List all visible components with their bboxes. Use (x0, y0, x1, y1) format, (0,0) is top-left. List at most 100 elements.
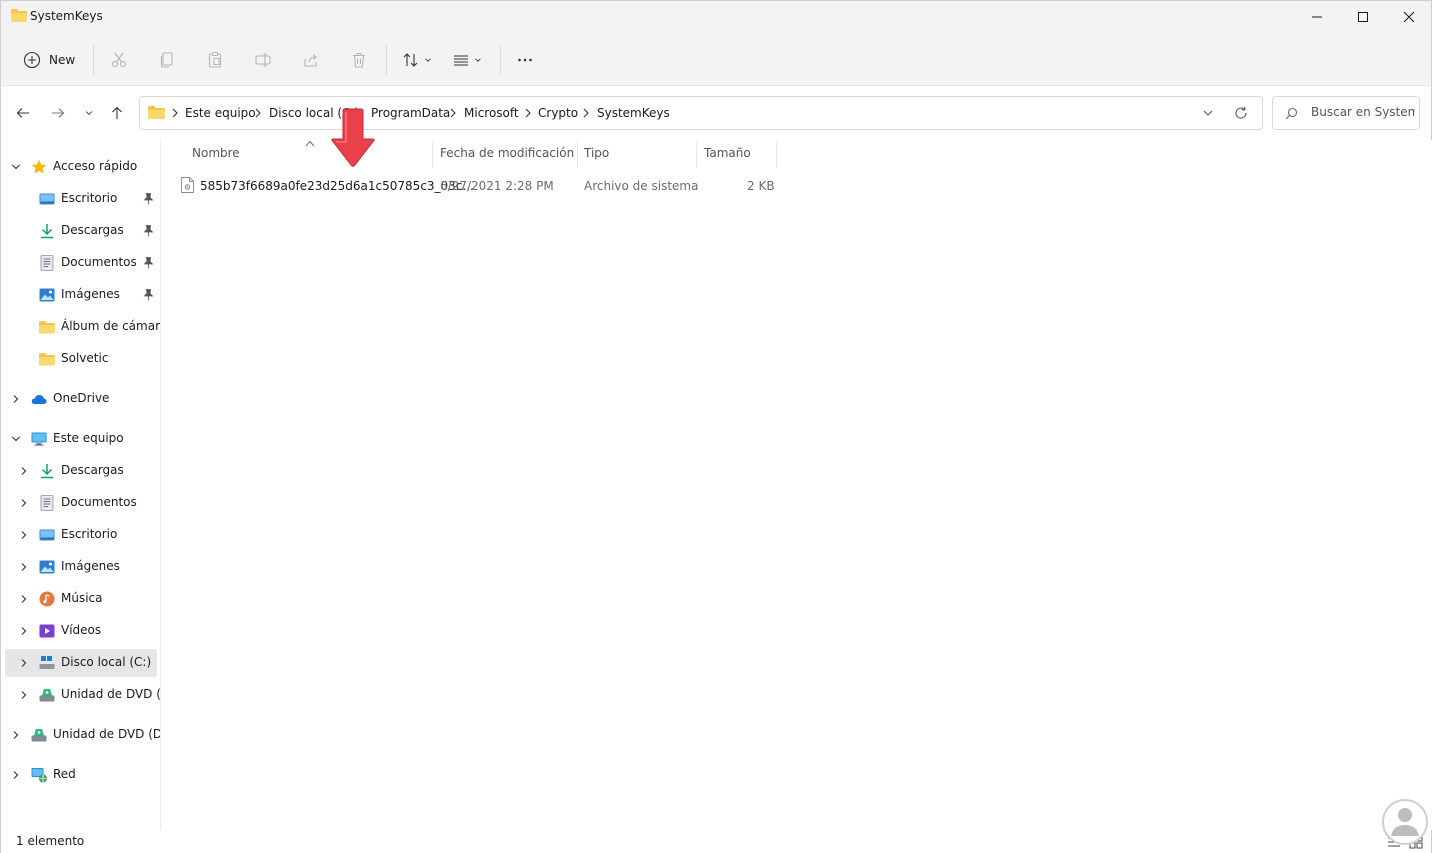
column-header-modified[interactable]: Fecha de modificación (440, 146, 574, 168)
sort-button[interactable] (397, 45, 437, 75)
column-header-name[interactable]: Nombre (192, 146, 240, 168)
sidebar-item-album-de-camara[interactable]: Álbum de cámara (5, 313, 160, 341)
list-view-icon (454, 55, 468, 66)
arrow-up-icon (112, 106, 122, 119)
pin-icon[interactable] (143, 289, 154, 301)
forward-button[interactable] (46, 101, 70, 125)
sidebar-item-pc-escritorio[interactable]: Escritorio (5, 521, 157, 549)
chevron-down-icon[interactable] (11, 434, 21, 444)
documents-icon (40, 495, 54, 511)
chevron-right-icon[interactable] (19, 466, 29, 476)
sidebar-item-dvd[interactable]: Unidad de DVD (D:) (5, 721, 160, 749)
chevron-right-icon[interactable] (11, 770, 21, 780)
file-size: 2 KB (747, 179, 775, 193)
separator (500, 45, 501, 75)
back-button[interactable] (11, 101, 35, 125)
pin-icon[interactable] (143, 257, 154, 269)
close-button[interactable] (1386, 1, 1432, 33)
more-options-button[interactable] (511, 45, 539, 75)
sidebar-item-este-equipo[interactable]: Este equipo (5, 425, 157, 453)
navigation-pane: Acceso rápido Escritorio Descargas Docum… (1, 140, 161, 830)
recent-locations-button[interactable] (77, 101, 101, 125)
maximize-icon (1358, 12, 1368, 22)
chevron-right-icon (525, 108, 531, 118)
desktop-icon (39, 193, 55, 205)
sidebar-item-pc-dvd[interactable]: Unidad de DVD (D: (5, 681, 160, 709)
pin-icon[interactable] (143, 193, 154, 205)
address-bar[interactable]: Este equipo Disco local (C:) ProgramData… (139, 96, 1263, 130)
maximize-button[interactable] (1340, 1, 1386, 33)
search-box[interactable] (1272, 96, 1420, 130)
title-bar[interactable]: SystemKeys (1, 1, 1431, 33)
sidebar-item-descargas[interactable]: Descargas (5, 217, 157, 245)
column-divider[interactable] (776, 142, 777, 168)
breadcrumb-microsoft[interactable]: Microsoft (464, 106, 519, 120)
status-bar: 1 elemento (1, 830, 1431, 853)
breadcrumb-crypto[interactable]: Crypto (538, 106, 578, 120)
chevron-down-icon[interactable] (11, 162, 21, 172)
sidebar-item-label: Descargas (61, 223, 124, 237)
dvd-icon (39, 689, 55, 702)
sidebar-item-pc-documentos[interactable]: Documentos (5, 489, 157, 517)
separator (386, 45, 387, 75)
refresh-icon[interactable] (1234, 106, 1248, 120)
paste-button[interactable] (201, 45, 229, 75)
chevron-right-icon[interactable] (19, 562, 29, 572)
breadcrumb-este-equipo[interactable]: Este equipo (185, 106, 256, 120)
sidebar-item-acceso-rapido[interactable]: Acceso rápido (5, 153, 157, 181)
sidebar-item-imagenes[interactable]: Imágenes (5, 281, 157, 309)
column-header-type[interactable]: Tipo (584, 146, 609, 168)
arrow-right-icon (52, 108, 65, 118)
column-divider[interactable] (432, 142, 433, 168)
videos-icon (39, 624, 55, 638)
minimize-button[interactable] (1294, 1, 1340, 33)
share-button[interactable] (297, 45, 325, 75)
chevron-right-icon (583, 108, 589, 118)
item-count: 1 elemento (16, 834, 85, 848)
chevron-right-icon[interactable] (19, 530, 29, 540)
breadcrumb-programdata[interactable]: ProgramData (371, 106, 450, 120)
chevron-right-icon[interactable] (19, 658, 29, 668)
chevron-right-icon[interactable] (19, 498, 29, 508)
rename-button[interactable] (249, 45, 277, 75)
chevron-down-icon (425, 58, 431, 62)
chevron-right-icon (172, 108, 178, 118)
sidebar-item-label: Disco local (C:) (61, 655, 152, 669)
breadcrumb-systemkeys[interactable]: SystemKeys (597, 106, 670, 120)
share-icon (304, 54, 317, 67)
search-input[interactable] (1311, 105, 1415, 119)
minimize-icon (1312, 16, 1322, 18)
sidebar-item-onedrive[interactable]: OneDrive (5, 385, 157, 413)
chevron-right-icon (450, 108, 456, 118)
sidebar-item-documentos[interactable]: Documentos (5, 249, 157, 277)
up-button[interactable] (105, 101, 129, 125)
sidebar-item-pc-videos[interactable]: Vídeos (5, 617, 157, 645)
pin-icon[interactable] (143, 225, 154, 237)
column-divider[interactable] (696, 142, 697, 168)
copy-button[interactable] (153, 45, 181, 75)
cut-button[interactable] (105, 45, 133, 75)
chevron-down-icon[interactable] (1202, 107, 1214, 119)
music-icon (39, 591, 55, 607)
table-row[interactable]: 585b73f6689a0fe23d25d6a1c50785c3_03c... … (174, 174, 779, 198)
sidebar-item-solvetic[interactable]: Solvetic (5, 345, 157, 373)
chevron-right-icon[interactable] (19, 594, 29, 604)
sidebar-item-label: Vídeos (61, 623, 102, 637)
sidebar-item-pc-imagenes[interactable]: Imágenes (5, 553, 157, 581)
view-button[interactable] (447, 45, 487, 75)
chevron-right-icon[interactable] (19, 626, 29, 636)
delete-button[interactable] (345, 45, 373, 75)
sidebar-item-pc-disco-local[interactable]: Disco local (C:) (5, 649, 157, 677)
rename-icon (255, 53, 271, 67)
sidebar-item-red[interactable]: Red (5, 761, 157, 789)
column-header-size[interactable]: Tamaño (704, 146, 751, 168)
column-divider[interactable] (577, 142, 578, 168)
sidebar-item-escritorio[interactable]: Escritorio (5, 185, 157, 213)
new-button[interactable]: New (17, 45, 85, 75)
sidebar-item-label: Escritorio (61, 191, 118, 205)
sidebar-item-pc-musica[interactable]: Música (5, 585, 157, 613)
chevron-right-icon[interactable] (11, 730, 21, 740)
chevron-right-icon[interactable] (11, 394, 21, 404)
sidebar-item-pc-descargas[interactable]: Descargas (5, 457, 157, 485)
chevron-right-icon[interactable] (19, 690, 29, 700)
